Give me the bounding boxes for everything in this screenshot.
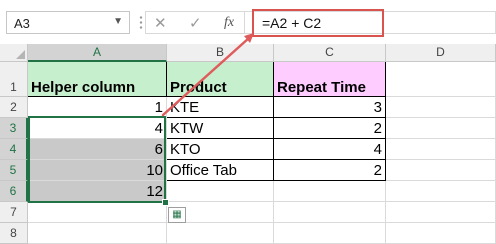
annotation-arrow — [161, 33, 254, 117]
